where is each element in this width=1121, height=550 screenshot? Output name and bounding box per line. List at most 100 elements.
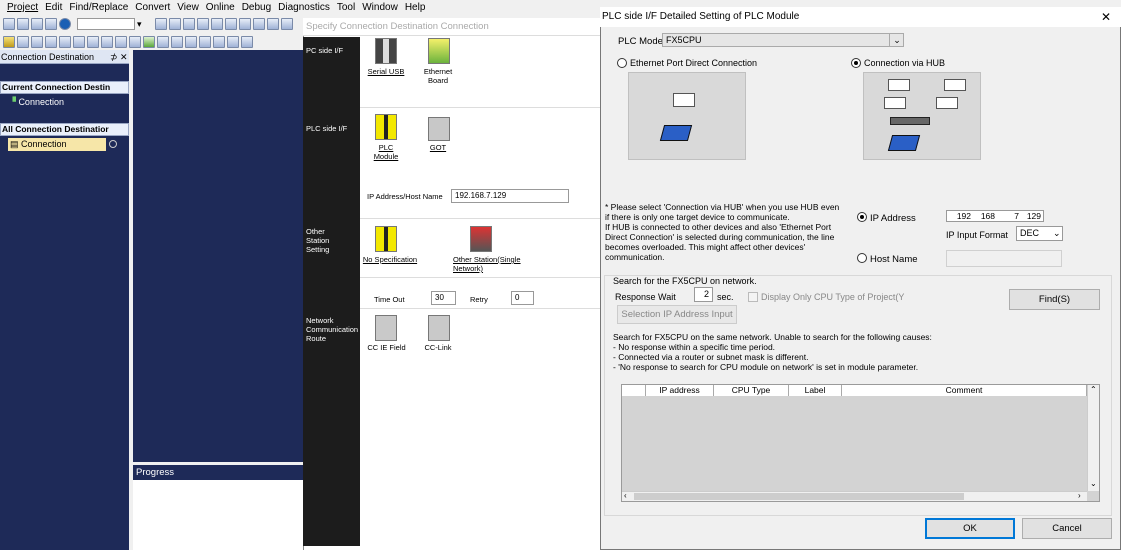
horizontal-scrollbar[interactable]: ‹ › [622,491,1087,501]
find-button[interactable]: Find(S) [1009,289,1100,310]
scroll-right-icon[interactable]: › [1078,491,1081,500]
monitor-stop-icon[interactable] [59,36,71,48]
selection-ip-address-button[interactable]: Selection IP Address Input [617,305,737,324]
current-connection-group[interactable]: Current Connection Destin [0,81,129,94]
more-icon[interactable] [241,36,253,48]
save-icon[interactable] [31,18,43,30]
combo-arrow-icon[interactable]: ▾ [137,19,145,30]
hub-connection-label[interactable]: Connection via HUB [864,58,945,68]
other-station-single-label[interactable]: Other Station(Single Network) [453,255,527,273]
open-icon[interactable] [17,18,29,30]
retry-input[interactable]: 0 [511,291,534,305]
help-icon[interactable] [59,18,71,30]
menu-find-replace[interactable]: Find/Replace [69,2,128,13]
scroll-up-icon[interactable]: ⌃ [1090,385,1097,394]
menu-view[interactable]: View [177,2,199,13]
close-icon[interactable]: ✕ [1101,10,1111,24]
scroll-down-icon[interactable]: ⌄ [1090,479,1097,488]
device-icon[interactable] [73,36,85,48]
menu-online[interactable]: Online [206,2,235,13]
direct-connection-label[interactable]: Ethernet Port Direct Connection [630,58,757,68]
menu-help[interactable]: Help [405,2,426,13]
ip-octet-4[interactable]: 129 [1019,211,1041,221]
split-icon[interactable] [227,36,239,48]
host-name-input[interactable] [946,250,1062,267]
window-icon[interactable] [213,36,225,48]
got-icon[interactable] [428,117,450,141]
display-only-checkbox[interactable] [748,292,758,302]
redo-icon[interactable] [211,18,223,30]
paste-icon[interactable] [183,18,195,30]
ip-input-format-select[interactable]: DEC ⌄ [1016,226,1063,241]
all-connection-item[interactable]: ▤ Connection [8,138,106,151]
ip-octet-2[interactable]: 168 [971,211,995,221]
ladder-icon[interactable] [101,36,113,48]
scroll-thumb[interactable] [634,493,964,500]
new-icon[interactable] [3,18,15,30]
chevron-down-icon[interactable]: ⌄ [1053,227,1061,240]
print-icon[interactable] [45,18,57,30]
all-connection-group[interactable]: All Connection Destinatior [0,123,129,136]
read-icon[interactable] [17,36,29,48]
ip-address-radio[interactable] [857,212,867,222]
got-label[interactable]: GOT [418,143,458,152]
grid-icon[interactable] [267,18,279,30]
menu-project[interactable]: Project [7,2,38,13]
column-comment[interactable]: Comment [842,385,1087,396]
direct-connection-radio[interactable] [617,58,627,68]
other-station-single-icon[interactable] [470,226,492,252]
undo-icon[interactable] [197,18,209,30]
cancel-button[interactable]: Cancel [1022,518,1112,539]
step-icon[interactable] [199,36,211,48]
ip-address-input[interactable]: 192 168 7 129 [946,210,1044,222]
cc-link-label[interactable]: CC-Link [418,343,458,352]
menu-debug[interactable]: Debug [242,2,271,13]
ip-octet-1[interactable]: 192 [947,211,971,221]
zoom-icon[interactable] [253,18,265,30]
hub-connection-radio[interactable] [851,58,861,68]
plc-module-label[interactable]: PLC Module [366,143,406,161]
ip-address-label[interactable]: IP Address [870,213,916,224]
copy-icon[interactable] [169,18,181,30]
layout-icon[interactable] [281,18,293,30]
write-icon[interactable] [3,36,15,48]
ethernet-board-label[interactable]: Ethernet Board [418,67,458,85]
current-connection-item[interactable]: ▝ Connection [0,96,129,109]
host-name-label[interactable]: Host Name [870,254,918,265]
ok-button[interactable]: OK [925,518,1015,539]
scroll-left-icon[interactable]: ‹ [624,491,627,500]
response-wait-input[interactable]: 2 [694,287,713,302]
toolbar-combo[interactable] [77,18,135,30]
plc-module-icon[interactable] [375,114,397,140]
search-results-grid[interactable] [621,384,1100,502]
column-label[interactable]: Label [789,385,842,396]
serial-usb-label[interactable]: Serial USB [366,67,406,76]
ip-address-host-input[interactable]: 192.168.7.129 [451,189,569,203]
find-icon[interactable] [225,18,237,30]
no-specification-icon[interactable] [375,226,397,252]
cut-icon[interactable] [155,18,167,30]
column-ip-address[interactable]: IP address [646,385,714,396]
host-name-radio[interactable] [857,253,867,263]
ethernet-board-icon[interactable] [428,38,450,64]
replace-icon[interactable] [239,18,251,30]
ip-octet-3[interactable]: 7 [995,211,1019,221]
network-icon[interactable] [171,36,183,48]
build-icon[interactable] [129,36,141,48]
verify-icon[interactable] [31,36,43,48]
chevron-down-icon[interactable]: ⌄ [889,33,904,47]
menu-window[interactable]: Window [362,2,398,13]
vertical-scrollbar[interactable]: ⌃ ⌄ [1087,385,1099,491]
check-icon[interactable] [143,36,155,48]
cc-ie-field-icon[interactable] [375,315,397,341]
menu-tool[interactable]: Tool [337,2,355,13]
panel-close-icon[interactable]: ✕ [120,50,128,64]
cc-link-icon[interactable] [428,315,450,341]
menu-convert[interactable]: Convert [135,2,170,13]
online-icon[interactable] [87,36,99,48]
plc-mode-select[interactable]: FX5CPU ⌄ [662,33,904,47]
diagnose-icon[interactable] [157,36,169,48]
display-only-label[interactable]: Display Only CPU Type of Project(Y [761,292,904,302]
cc-ie-field-label[interactable]: CC IE Field [364,343,409,352]
dev-icon[interactable] [115,36,127,48]
